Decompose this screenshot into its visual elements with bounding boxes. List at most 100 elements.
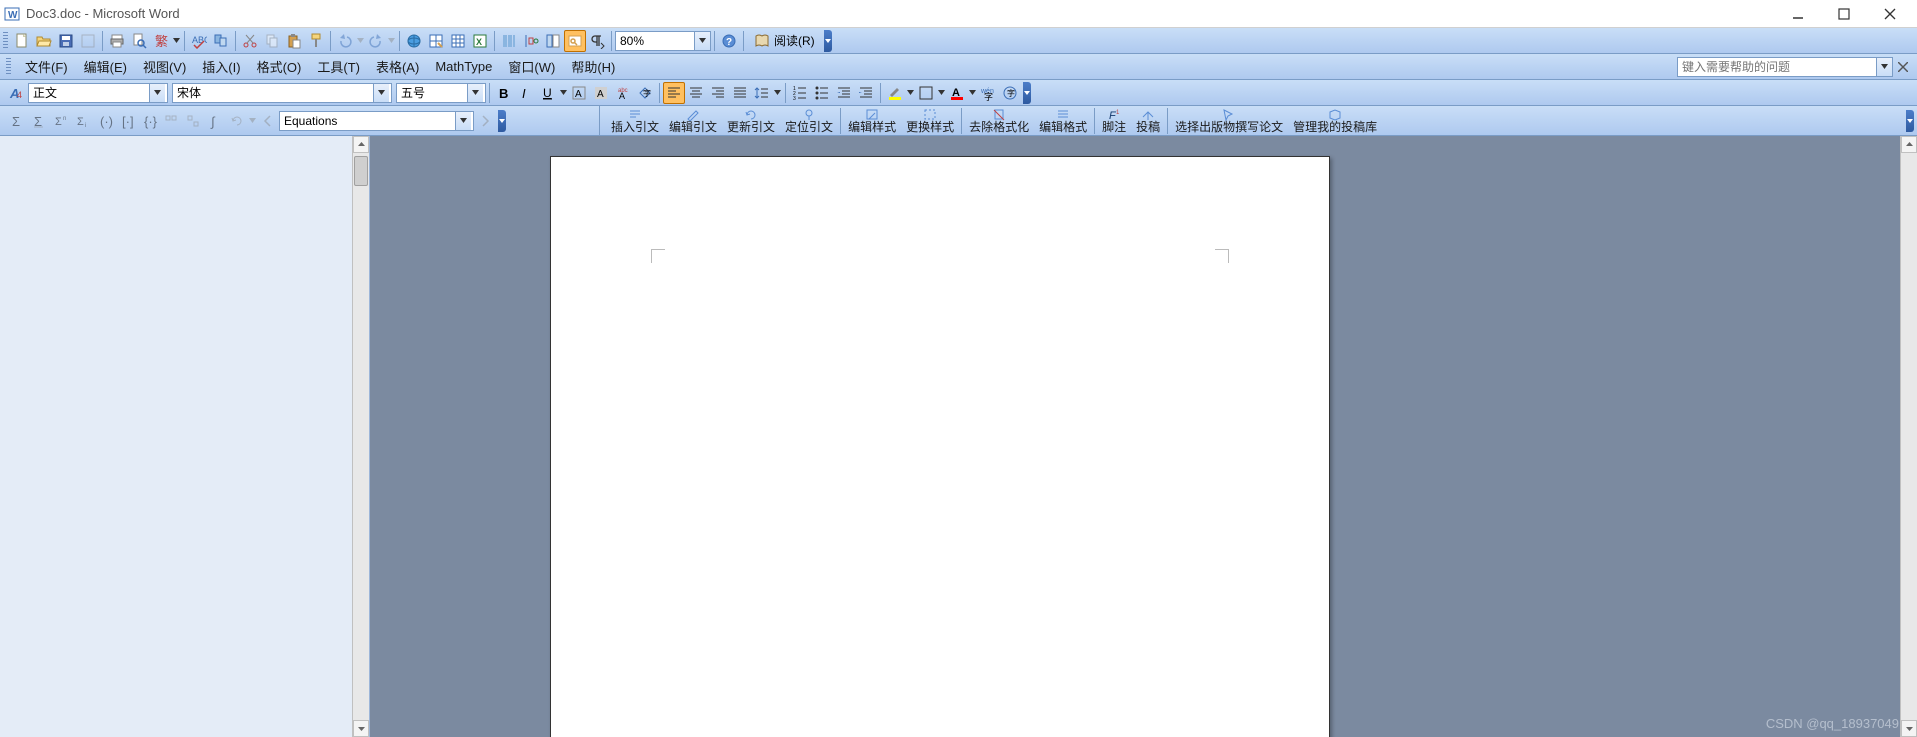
bold-button[interactable]: B (493, 82, 515, 104)
menu-help[interactable]: 帮助(H) (563, 54, 623, 79)
zoom-input[interactable] (615, 31, 695, 51)
fmt-toolbar-options[interactable] (1023, 82, 1031, 104)
paragraph-marks-button[interactable] (586, 30, 608, 52)
size-input[interactable] (397, 84, 467, 102)
font-color-button[interactable]: A (946, 82, 968, 104)
page[interactable] (550, 156, 1330, 737)
drawing-button[interactable] (520, 30, 542, 52)
toolbar-grip[interactable] (3, 32, 8, 50)
sigma-4-button[interactable]: Σi (72, 110, 94, 132)
permission-button[interactable] (77, 30, 99, 52)
refresh-dropdown[interactable] (248, 117, 257, 124)
cut-button[interactable] (239, 30, 261, 52)
highlight-button[interactable] (884, 82, 906, 104)
fit-text-button[interactable]: 字 (999, 82, 1021, 104)
change-style-button[interactable]: 更换样式 (901, 107, 959, 135)
menu-mathtype[interactable]: MathType (427, 56, 500, 77)
paren-2-button[interactable]: [·] (116, 110, 138, 132)
menu-view[interactable]: 视图(V) (135, 54, 194, 79)
select-publication-button[interactable]: 选择出版物撰写论文 (1170, 107, 1288, 135)
undo-button[interactable] (334, 30, 356, 52)
edit-format-button[interactable]: 编辑格式 (1034, 107, 1092, 135)
print-button[interactable] (106, 30, 128, 52)
print-preview-button[interactable] (128, 30, 150, 52)
menu-window[interactable]: 窗口(W) (500, 54, 563, 79)
refresh-button[interactable] (226, 110, 248, 132)
menu-tools[interactable]: 工具(T) (309, 54, 368, 79)
paren-1-button[interactable]: (·) (94, 110, 116, 132)
highlight-dropdown[interactable] (906, 89, 915, 96)
tables-borders-button[interactable] (425, 30, 447, 52)
redo-button[interactable] (365, 30, 387, 52)
new-doc-button[interactable] (11, 30, 33, 52)
maximize-button[interactable] (1821, 0, 1867, 28)
increase-indent-button[interactable] (855, 82, 877, 104)
paren-3-button[interactable]: {·} (138, 110, 160, 132)
menu-insert[interactable]: 插入(I) (194, 54, 248, 79)
nav-prev-button[interactable] (257, 110, 279, 132)
goto-citation-button[interactable]: 定位引文 (780, 107, 838, 135)
phonetic-guide-button[interactable]: abcA (612, 82, 634, 104)
matrix-1-button[interactable] (160, 110, 182, 132)
size-dropdown[interactable] (467, 84, 483, 102)
menu-format[interactable]: 格式(O) (249, 54, 310, 79)
format-painter-button[interactable] (305, 30, 327, 52)
cit-toolbar-options[interactable] (1906, 110, 1914, 132)
nav-scrollbar[interactable] (352, 136, 369, 737)
close-button[interactable] (1867, 0, 1913, 28)
insert-excel-button[interactable]: X (469, 30, 491, 52)
doc-scrollbar[interactable] (1900, 136, 1917, 737)
remove-format-button[interactable]: 去除格式化 (964, 107, 1034, 135)
traditional-chinese-button[interactable]: 繁 (150, 30, 172, 52)
zoom-dropdown[interactable] (695, 31, 711, 51)
hyperlink-button[interactable] (403, 30, 425, 52)
bulleted-list-button[interactable] (811, 82, 833, 104)
manage-library-button[interactable]: 管理我的投稿库 (1288, 107, 1382, 135)
insert-table-button[interactable] (447, 30, 469, 52)
document-view[interactable]: CSDN @qq_18937049 (370, 136, 1917, 737)
line-spacing-button[interactable] (751, 82, 773, 104)
decrease-indent-button[interactable] (833, 82, 855, 104)
edit-citation-button[interactable]: 编辑引文 (664, 107, 722, 135)
size-combo[interactable] (396, 83, 486, 103)
font-combo[interactable] (172, 83, 392, 103)
help-search-input[interactable] (1677, 57, 1877, 77)
font-dropdown[interactable] (373, 84, 389, 102)
show-hide-marks-button[interactable] (564, 30, 586, 52)
underline-button[interactable]: U (537, 82, 559, 104)
insert-citation-button[interactable]: 插入引文 (606, 107, 664, 135)
nav-scroll-up[interactable] (353, 136, 369, 153)
style-dropdown[interactable] (149, 84, 165, 102)
menu-table[interactable]: 表格(A) (368, 54, 427, 79)
char-shading-button[interactable]: A (590, 82, 612, 104)
border-dropdown[interactable] (937, 89, 946, 96)
doc-map-button[interactable] (542, 30, 564, 52)
zoom-combo[interactable] (615, 31, 711, 51)
menu-edit[interactable]: 编辑(E) (76, 54, 135, 79)
undo-dropdown[interactable] (356, 37, 365, 44)
matrix-2-button[interactable] (182, 110, 204, 132)
enclose-char-button[interactable]: 字 (634, 82, 656, 104)
mt-toolbar-options[interactable] (498, 110, 506, 132)
toolbar-options[interactable] (824, 30, 832, 52)
nav-scroll-down[interactable] (353, 720, 369, 737)
redo-dropdown[interactable] (387, 37, 396, 44)
underline-dropdown[interactable] (559, 89, 568, 96)
sigma-3-button[interactable]: Σn (50, 110, 72, 132)
font-color-dropdown[interactable] (968, 89, 977, 96)
reading-layout-button[interactable]: 阅读(R) (747, 30, 822, 52)
align-left-button[interactable] (663, 82, 685, 104)
equations-input[interactable] (280, 112, 455, 130)
paste-button[interactable] (283, 30, 305, 52)
char-border-button[interactable]: A (568, 82, 590, 104)
integral-button[interactable]: ∫ (204, 110, 226, 132)
align-right-button[interactable] (707, 82, 729, 104)
align-center-button[interactable] (685, 82, 707, 104)
edit-style-button[interactable]: 编辑样式 (843, 107, 901, 135)
help-button[interactable]: ? (718, 30, 740, 52)
update-citation-button[interactable]: 更新引文 (722, 107, 780, 135)
submit-button[interactable]: 投稿 (1131, 107, 1165, 135)
outside-border-button[interactable] (915, 82, 937, 104)
equations-combo[interactable] (279, 111, 474, 131)
tc-dropdown[interactable] (172, 37, 181, 44)
